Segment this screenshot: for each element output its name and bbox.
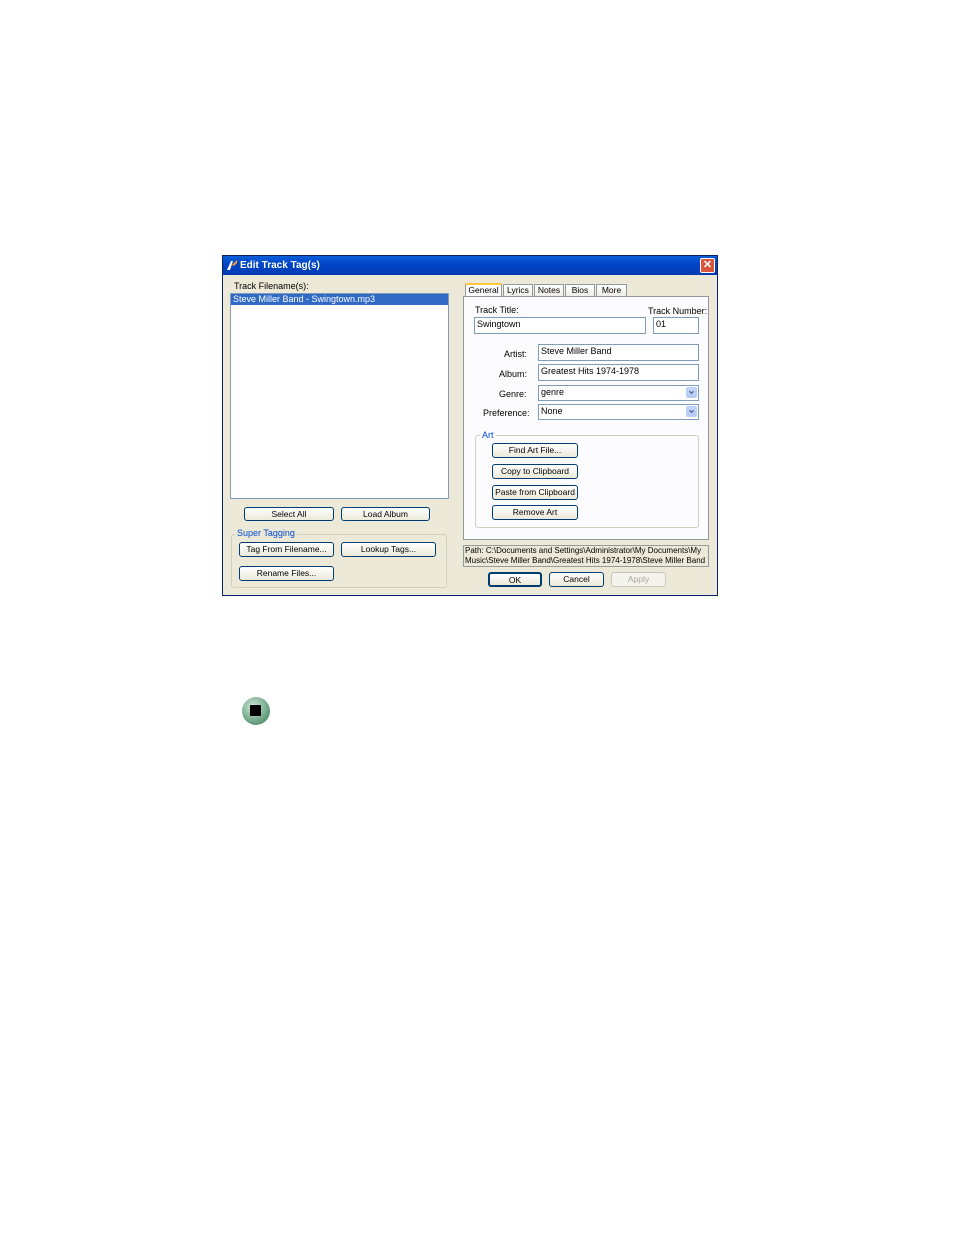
stop-square	[250, 705, 261, 716]
track-title-label: Track Title:	[475, 305, 519, 315]
remove-art-button[interactable]: Remove Art	[492, 505, 578, 520]
chevron-down-icon[interactable]	[686, 387, 697, 398]
cancel-button[interactable]: Cancel	[549, 572, 604, 587]
track-title-field[interactable]: Swingtown	[474, 317, 646, 334]
title-bar: Edit Track Tag(s) ✕	[223, 256, 717, 275]
artist-field[interactable]: Steve Miller Band	[538, 344, 699, 361]
genre-value: genre	[541, 387, 565, 397]
path-display: Path: C:\Documents and Settings\Administ…	[463, 545, 709, 567]
track-number-label: Track Number:	[648, 306, 708, 316]
track-filenames-label: Track Filename(s):	[234, 281, 309, 291]
super-tagging-title: Super Tagging	[235, 528, 297, 538]
ok-button[interactable]: OK	[488, 572, 542, 587]
apply-button[interactable]: Apply	[611, 572, 666, 587]
album-label: Album:	[499, 369, 528, 379]
album-field[interactable]: Greatest Hits 1974-1978	[538, 364, 699, 381]
preference-value: None	[541, 406, 563, 416]
path-line-2: Music\Steve Miller Band\Greatest Hits 19…	[465, 556, 706, 565]
tab-general[interactable]: General	[465, 283, 502, 297]
track-number-field[interactable]: 01	[653, 317, 699, 334]
lookup-tags-button[interactable]: Lookup Tags...	[341, 542, 436, 557]
find-art-file-button[interactable]: Find Art File...	[492, 443, 578, 458]
select-all-button[interactable]: Select All	[244, 507, 334, 521]
rename-files-button[interactable]: Rename Files...	[239, 566, 334, 581]
stop-icon	[242, 697, 270, 725]
edit-track-tags-dialog: Edit Track Tag(s) ✕ Track Filename(s): S…	[222, 255, 718, 596]
genre-select[interactable]: genre	[538, 385, 699, 401]
copy-to-clipboard-button[interactable]: Copy to Clipboard	[492, 464, 578, 479]
chevron-down-icon[interactable]	[686, 406, 697, 417]
paste-from-clipboard-button[interactable]: Paste from Clipboard	[492, 485, 578, 500]
path-line-1: Path: C:\Documents and Settings\Administ…	[465, 546, 702, 555]
app-icon	[227, 260, 237, 270]
tag-from-filename-button[interactable]: Tag From Filename...	[239, 542, 334, 557]
track-filenames-list[interactable]: Steve Miller Band - Swingtown.mp3	[230, 293, 449, 499]
load-album-button[interactable]: Load Album	[341, 507, 430, 521]
preference-label: Preference:	[483, 408, 530, 418]
art-title: Art	[480, 430, 496, 440]
window-title: Edit Track Tag(s)	[240, 260, 320, 271]
close-icon[interactable]: ✕	[700, 258, 715, 273]
genre-label: Genre:	[499, 389, 527, 399]
list-item[interactable]: Steve Miller Band - Swingtown.mp3	[231, 294, 448, 305]
artist-label: Artist:	[504, 349, 528, 359]
preference-select[interactable]: None	[538, 404, 699, 420]
